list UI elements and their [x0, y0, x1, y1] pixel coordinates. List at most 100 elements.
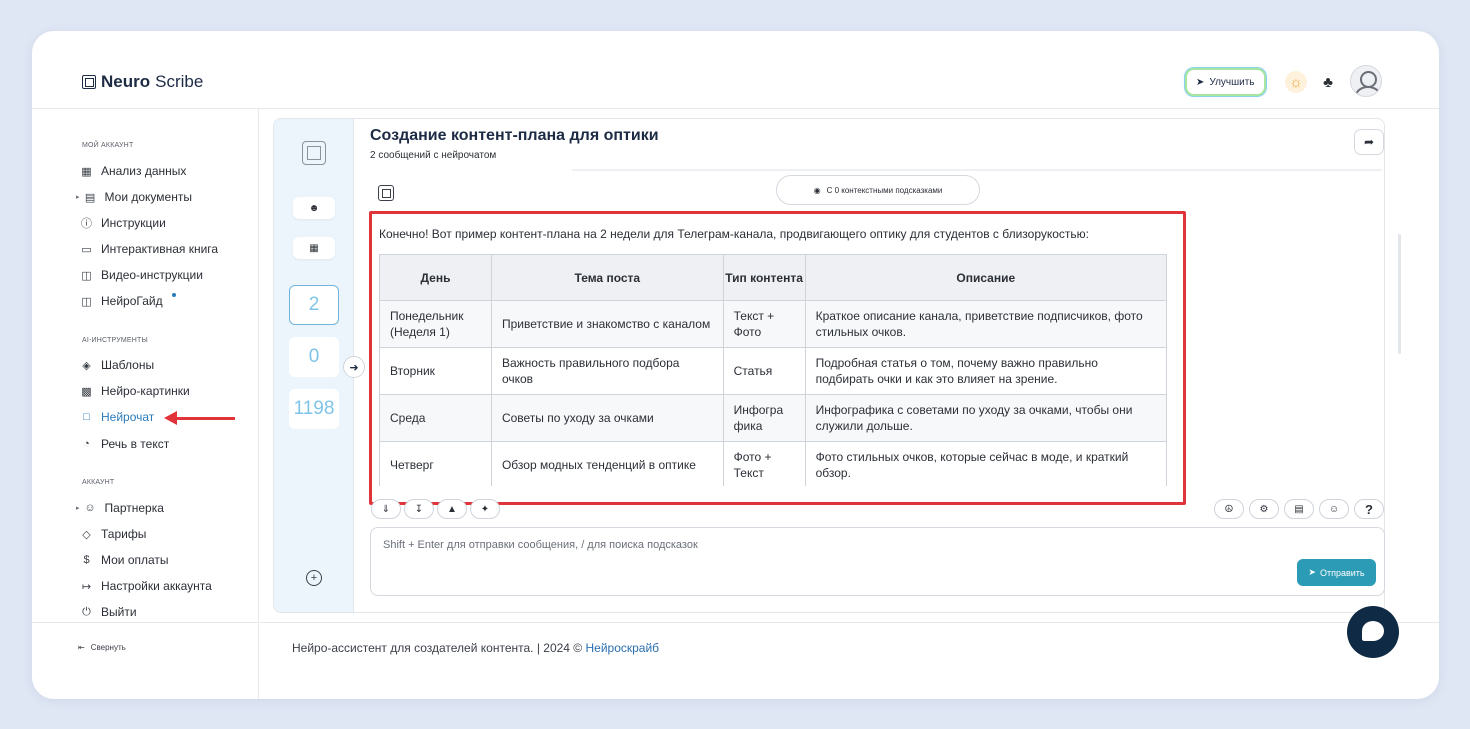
sidebar-item-partner[interactable]: ▸ ☺ Партнерка — [76, 498, 164, 518]
sidebar-item-data-analysis[interactable]: ▦ Анализ данных — [80, 161, 186, 181]
counter-messages[interactable]: 2 — [289, 285, 339, 325]
logo-text-bold: Neuro — [101, 72, 151, 91]
table-cell: Фото + Текст — [722, 441, 806, 486]
top-bar: Neuro Scribe ➤ Улучшить ☼ ♣ — [32, 31, 1439, 109]
table-cell: Приветствие и знакомство с каналом — [490, 300, 724, 348]
chevrons-down-icon: ⇓ — [381, 503, 391, 515]
table-header-row: День Тема поста Тип контента Описание — [379, 254, 1167, 301]
avatar[interactable] — [1350, 65, 1382, 97]
assistant-message-text: Конечно! Вот пример контент-плана на 2 н… — [379, 227, 1090, 241]
bot-avatar-icon — [378, 185, 394, 201]
counter-hints[interactable]: 0 — [289, 337, 339, 377]
sidebar-item-label: Настройки аккаунта — [101, 579, 212, 593]
sidebar-item-label: Шаблоны — [101, 358, 155, 372]
table-cell: Обзор модных тенденций в оптике — [490, 441, 724, 486]
context-hints-pill[interactable]: ◉ С 0 контекстными подсказками — [776, 175, 980, 205]
collapse-button[interactable]: ⇤ Свернуть — [78, 643, 126, 652]
layers-icon: ◈ — [82, 359, 91, 372]
grid-button[interactable]: ▦ — [293, 237, 335, 259]
sidebar-item-label: Выйти — [101, 605, 137, 619]
table-cell: Статья — [722, 347, 806, 395]
table-cell: Инфографика с советами по уходу за очкам… — [804, 394, 1167, 442]
contacts-button[interactable]: ☻ — [293, 197, 335, 219]
chat-rail: ☻ ▦ 2 0 1198 + — [274, 119, 354, 612]
users-icon: ☺ — [84, 502, 96, 514]
sidebar-item-templates[interactable]: ◈ Шаблоны — [80, 355, 154, 375]
table-cell: Текст + Фото — [722, 300, 806, 348]
help-button[interactable]: ? — [1354, 499, 1384, 519]
message-input[interactable]: Shift + Enter для отправки сообщения, / … — [370, 527, 1385, 596]
sidebar-item-label: Инструкции — [101, 216, 166, 230]
bell-icon[interactable]: ♣ — [1317, 71, 1339, 93]
sidebar-item-my-documents[interactable]: ▸ ▤ Мои документы — [76, 187, 192, 207]
sidebar: МОЙ АККАУНТ ▦ Анализ данных ▸ ▤ Мои доку… — [32, 109, 259, 699]
grid-icon: ▦ — [81, 165, 92, 178]
sidebar-item-logout[interactable]: ⏻ Выйти — [80, 602, 137, 622]
settings-button[interactable]: ⚙ — [1249, 499, 1279, 519]
bot-button[interactable]: ☺ — [1319, 499, 1349, 519]
sidebar-item-interactive-book[interactable]: ▭ Интерактивная книга — [80, 239, 218, 259]
expand-arrow-icon[interactable]: ➜ — [343, 356, 365, 378]
new-chat-plus-icon[interactable]: + — [306, 570, 322, 586]
sidebar-item-label: Видео-инструкции — [101, 268, 203, 282]
sun-icon[interactable]: ☼ — [1285, 71, 1307, 93]
send-icon: ➤ — [1308, 567, 1316, 577]
table-cell: Среда — [379, 394, 492, 442]
sidebar-item-label: Нейро-картинки — [101, 384, 190, 398]
magic-wand-icon: ✦ — [480, 503, 490, 515]
chart-button[interactable]: ▲ — [437, 499, 467, 519]
sidebar-item-label: НейроГайд — [101, 294, 163, 308]
sidebar-item-account-settings[interactable]: ↦ Настройки аккаунта — [80, 576, 212, 596]
table-row: Среда Советы по уходу за очками Инфогра … — [379, 394, 1167, 442]
upgrade-button[interactable]: ➤ Улучшить — [1187, 70, 1264, 94]
download-button[interactable]: ↧ — [404, 499, 434, 519]
sidebar-item-label: Мои документы — [104, 190, 192, 204]
chat-icon: □ — [83, 411, 90, 423]
sidebar-item-neuroguide[interactable]: ◫ НейроГайд — [80, 291, 176, 311]
send-button[interactable]: ➤ Отправить — [1297, 559, 1376, 586]
table-row: Понедельник (Неделя 1) Приветствие и зна… — [379, 300, 1167, 348]
footer-link[interactable]: Нейроскрайб — [585, 641, 659, 655]
counter-tokens[interactable]: 1198 — [289, 389, 339, 429]
collapse-down-button[interactable]: ⇓ — [371, 499, 401, 519]
sidebar-item-instructions[interactable]: ⓘ Инструкции — [80, 213, 166, 233]
section-title-ai: AI-ИНСТРУМЕНТЫ — [82, 337, 148, 344]
sidebar-item-neuro-images[interactable]: ▩ Нейро-картинки — [80, 381, 190, 401]
sidebar-item-label: Интерактивная книга — [101, 242, 219, 256]
sidebar-item-neurochat[interactable]: □ Нейрочат — [80, 407, 154, 427]
table-cell: Четверг — [379, 441, 492, 486]
scrollbar[interactable] — [1398, 234, 1401, 354]
sidebar-item-label: Партнерка — [104, 501, 164, 515]
app-logo-icon — [302, 141, 326, 165]
sidebar-item-label: Речь в текст — [101, 437, 170, 451]
plugin-button[interactable]: ☮ — [1214, 499, 1244, 519]
column-header: Тема поста — [490, 254, 724, 301]
guide-icon: ◫ — [81, 295, 92, 308]
footer-text: Нейро-ассистент для создателей контента.… — [292, 641, 659, 655]
sidebar-footer: ⇤ Свернуть — [32, 622, 259, 699]
table-cell: Понедельник (Неделя 1) — [379, 300, 492, 348]
red-arrow-annotation — [164, 411, 235, 425]
sidebar-item-label: Анализ данных — [101, 164, 187, 178]
share-button[interactable]: ➦ — [1354, 129, 1384, 155]
table-cell: Подробная статья о том, почему важно пра… — [804, 347, 1167, 395]
layout-button[interactable]: ▤ — [1284, 499, 1314, 519]
support-chat-button[interactable] — [1347, 606, 1399, 658]
logo[interactable]: Neuro Scribe — [82, 72, 203, 92]
sidebar-item-label: Тарифы — [101, 527, 147, 541]
message-toolbar-right: ☮ ⚙ ▤ ☺ ? — [1214, 499, 1384, 519]
users-icon: ☻ — [308, 202, 320, 214]
sidebar-item-speech-to-text[interactable]: ◔ Речь в текст — [80, 434, 169, 454]
magic-button[interactable]: ✦ — [470, 499, 500, 519]
table-cell: Советы по уходу за очками — [490, 394, 724, 442]
sidebar-item-video-instructions[interactable]: ◫ Видео-инструкции — [80, 265, 203, 285]
sidebar-item-tariffs[interactable]: ◇ Тарифы — [80, 524, 146, 544]
sidebar-item-my-payments[interactable]: $ Мои оплаты — [80, 550, 169, 570]
collapse-icon: ⇤ — [78, 643, 85, 652]
divider — [572, 169, 1382, 171]
input-placeholder: Shift + Enter для отправки сообщения, / … — [383, 539, 698, 551]
layout-icon: ▤ — [1294, 503, 1304, 515]
tag-icon: ◇ — [82, 528, 91, 541]
app-window: Neuro Scribe ➤ Улучшить ☼ ♣ МОЙ АККАУНТ ▦… — [32, 31, 1439, 699]
sidebar-item-label: Мои оплаты — [101, 553, 169, 567]
